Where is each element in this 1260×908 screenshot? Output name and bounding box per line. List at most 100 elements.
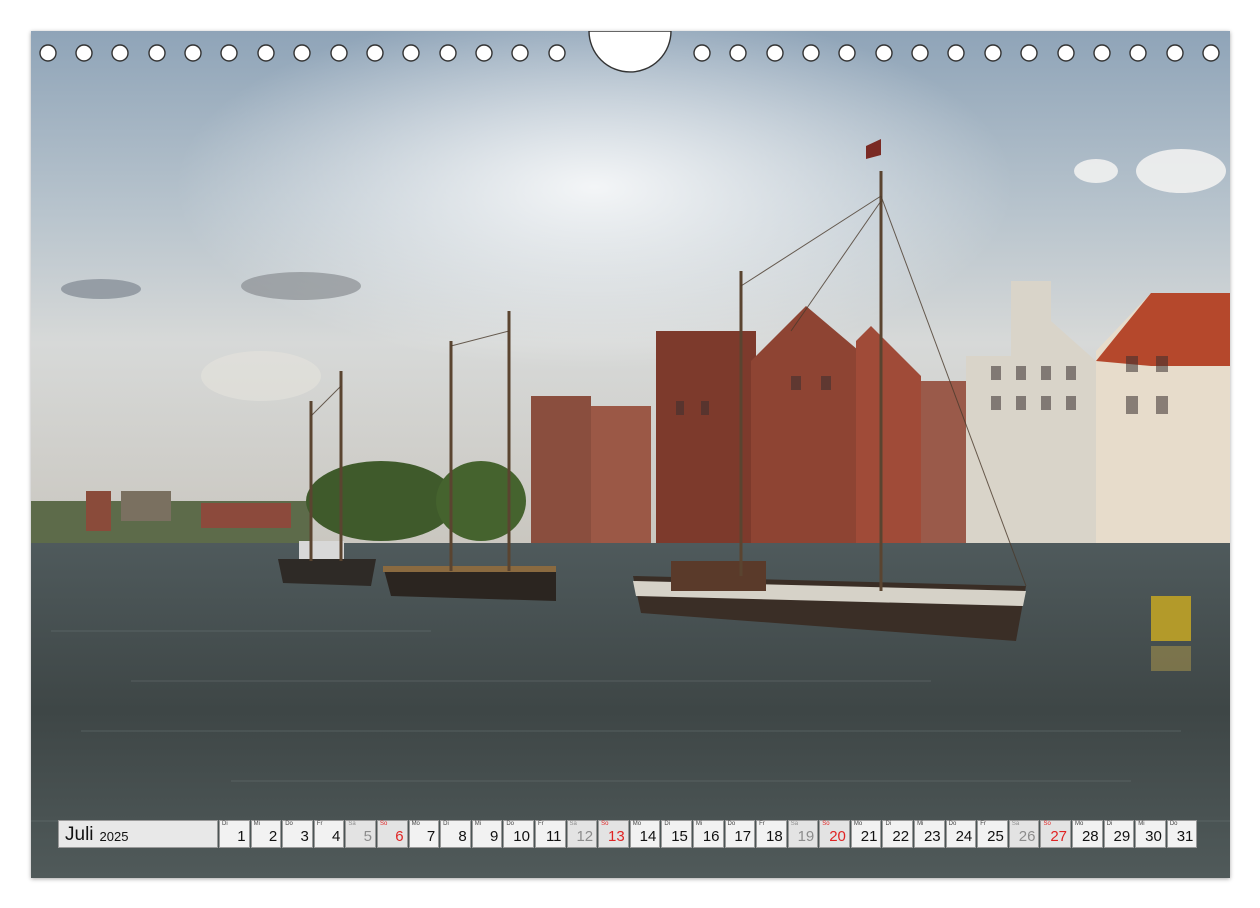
day-cell: Sa 26	[1008, 820, 1040, 848]
weekday-abbr: Do	[285, 821, 293, 827]
weekday-abbr: Mo	[1075, 821, 1084, 827]
day-cell: Di 8	[440, 820, 471, 848]
day-cell: Sa 12	[566, 820, 598, 848]
weekday-abbr: Mo	[853, 821, 863, 827]
weekday-abbr: Mo	[632, 821, 642, 827]
day-number: 25	[987, 828, 1004, 845]
day-cell: So 20	[819, 820, 850, 848]
day-number: 12	[576, 828, 594, 845]
weekday-abbr: Do	[1169, 821, 1178, 827]
day-cell: Mi 9	[471, 820, 503, 848]
day-cell: So 27	[1040, 820, 1072, 848]
day-cell: Sa 19	[787, 820, 819, 848]
day-cell: Di 15	[661, 820, 692, 848]
day-cell: Mi 2	[250, 820, 282, 848]
day-cell: So 6	[376, 820, 408, 848]
day-cell: Do 24	[945, 820, 977, 848]
weekday-abbr: Sa	[1011, 821, 1020, 827]
day-number: 1	[237, 828, 246, 845]
day-cell: Mo 7	[408, 820, 440, 848]
day-number: 8	[458, 828, 467, 845]
day-cell: Fr 25	[977, 820, 1008, 848]
day-cell: Mi 23	[914, 820, 945, 848]
day-cell: Mo 21	[850, 820, 882, 848]
weekday-abbr: Mi	[474, 821, 482, 827]
weekday-abbr: Mo	[411, 821, 420, 827]
day-cell: Fr 4	[313, 820, 345, 848]
weekday-abbr: So	[379, 821, 388, 827]
weekday-abbr: So	[601, 821, 609, 827]
harbor-photo	[31, 31, 1230, 878]
weekday-abbr: Fr	[316, 821, 323, 827]
day-number: 30	[1145, 828, 1162, 845]
day-cell: Do 3	[282, 820, 313, 848]
day-number: 9	[490, 828, 499, 845]
weekday-abbr: Di	[885, 821, 892, 827]
day-number: 16	[702, 828, 720, 845]
day-cell: Fr 18	[756, 820, 787, 848]
weekday-abbr: Di	[1106, 821, 1113, 827]
day-cell: Di 29	[1103, 820, 1135, 848]
day-number: 10	[513, 828, 530, 845]
day-cell: Sa 5	[345, 820, 376, 848]
day-number: 27	[1050, 828, 1068, 845]
day-cell: Do 10	[503, 820, 534, 848]
day-number: 23	[923, 828, 941, 845]
day-cells: Di 1 Mi 2 Do 3 Fr 4 Sa 5 So 6 Mo 7 Di 8 Mi 9 Do 10 Fr 11 Sa 12 S…	[219, 820, 1198, 850]
weekday-abbr: Fr	[980, 821, 986, 827]
day-number: 13	[608, 828, 625, 845]
day-number: 11	[545, 828, 562, 845]
calendar-page	[31, 31, 1230, 878]
day-number: 31	[1176, 828, 1194, 845]
day-number: 28	[1081, 828, 1099, 845]
weekday-abbr: Di	[664, 821, 670, 827]
weekday-abbr: So	[822, 821, 830, 827]
day-cell: Do 17	[724, 820, 756, 848]
day-cell: So 13	[598, 820, 629, 848]
weekday-abbr: Sa	[348, 821, 356, 827]
weekday-abbr: Di	[222, 821, 228, 827]
day-number: 17	[734, 828, 752, 845]
calendar-strip: Juli 2025 Di 1 Mi 2 Do 3 Fr 4 Sa 5 So 6 Mo 7 Di 8 Mi 9 Do 1…	[58, 820, 1198, 850]
day-cell: Di 22	[882, 820, 914, 848]
day-number: 14	[639, 828, 657, 845]
month-name: Juli	[65, 824, 94, 845]
day-number: 2	[268, 828, 278, 845]
day-cell: Mo 28	[1072, 820, 1103, 848]
month-label: Juli 2025	[58, 820, 218, 848]
weekday-abbr: Sa	[569, 821, 577, 827]
day-number: 6	[395, 828, 404, 845]
weekday-abbr: Fr	[759, 821, 765, 827]
weekday-abbr: Do	[727, 821, 736, 827]
day-cell: Fr 11	[534, 820, 566, 848]
weekday-abbr: Mi	[253, 821, 260, 827]
day-number: 20	[829, 828, 846, 845]
day-number: 4	[332, 828, 341, 845]
weekday-abbr: Mi	[917, 821, 924, 827]
weekday-abbr: Fr	[537, 821, 544, 827]
weekday-abbr: Di	[443, 821, 449, 827]
day-cell: Mo 14	[629, 820, 661, 848]
day-cell: Mi 30	[1135, 820, 1166, 848]
weekday-abbr: Do	[948, 821, 957, 827]
day-cell: Mi 16	[692, 820, 724, 848]
day-number: 29	[1113, 828, 1131, 845]
weekday-abbr: Mi	[1138, 821, 1145, 827]
day-number: 21	[860, 828, 878, 845]
day-number: 3	[300, 828, 309, 845]
day-number: 26	[1018, 828, 1036, 845]
day-number: 15	[671, 828, 688, 845]
weekday-abbr: Sa	[790, 821, 799, 827]
day-number: 22	[892, 828, 910, 845]
day-number: 24	[955, 828, 973, 845]
day-number: 7	[426, 828, 436, 845]
weekday-abbr: Mi	[695, 821, 703, 827]
day-number: 18	[766, 828, 783, 845]
day-cell: Do 31	[1166, 820, 1198, 848]
weekday-abbr: So	[1043, 821, 1051, 827]
day-cell: Di 1	[219, 820, 250, 848]
weekday-abbr: Do	[506, 821, 515, 827]
month-year: 2025	[99, 829, 129, 844]
day-number: 5	[363, 828, 372, 845]
day-number: 19	[797, 828, 815, 845]
